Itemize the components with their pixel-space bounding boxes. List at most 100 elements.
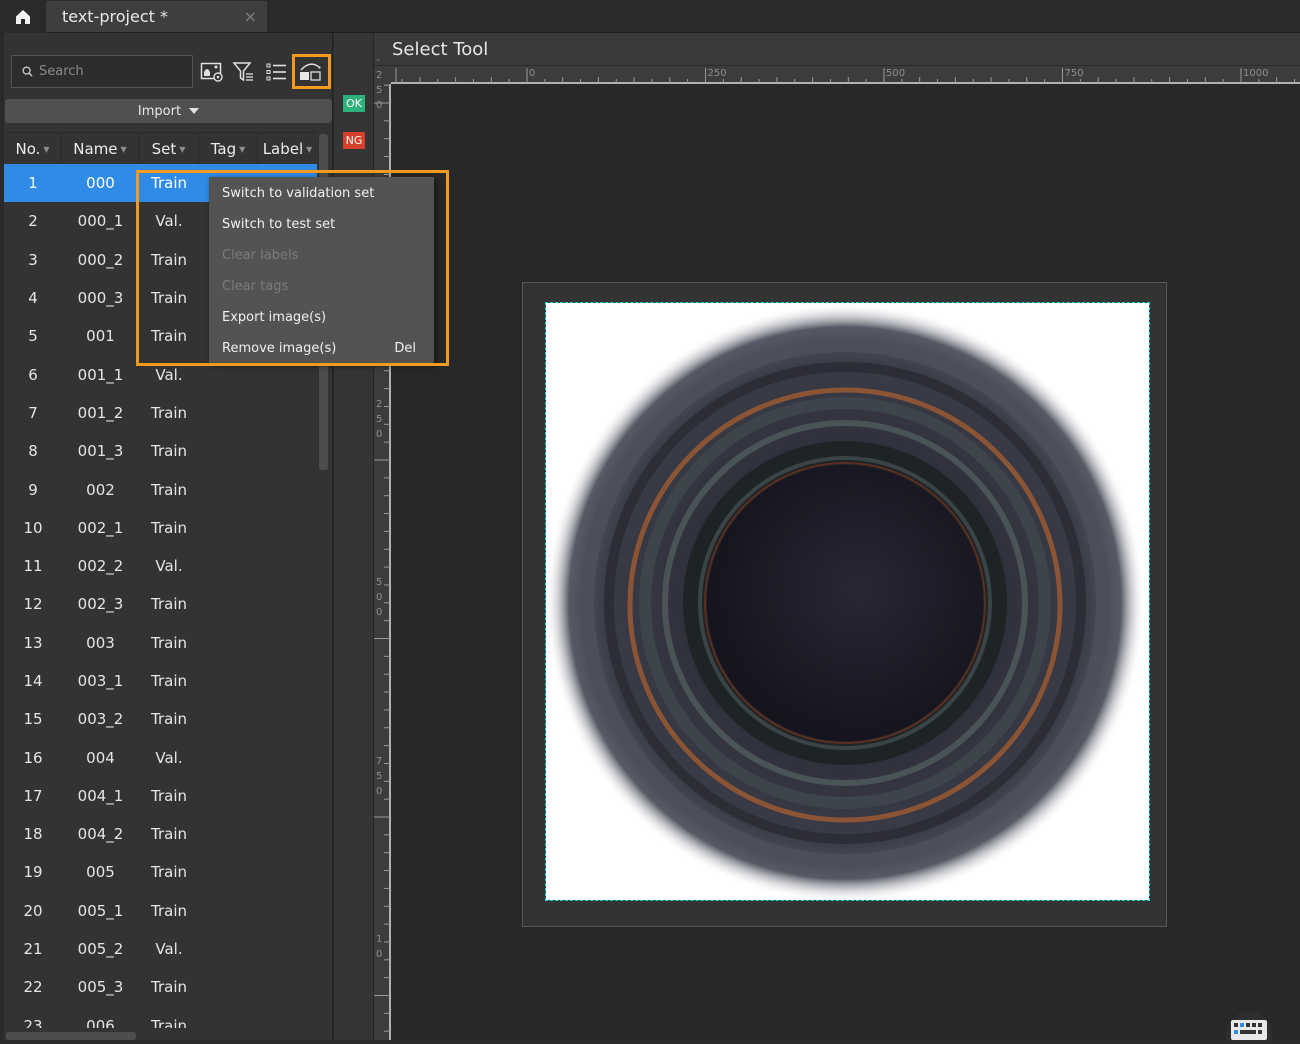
- column-header-tag[interactable]: Tag ▼: [199, 133, 258, 165]
- tab-project-label: text-project *: [62, 7, 168, 26]
- table-row[interactable]: 18 004_2 Train: [4, 815, 317, 853]
- cell-set: Val.: [155, 748, 183, 767]
- column-header-label[interactable]: Label ▼: [258, 133, 317, 165]
- table-row[interactable]: 23 006 Train: [4, 1007, 317, 1028]
- h-ruler-label: 500: [886, 68, 906, 79]
- home-button[interactable]: [0, 0, 46, 33]
- tool-title: Select Tool: [392, 38, 489, 60]
- cell-no: 6: [28, 365, 38, 384]
- table-row[interactable]: 12 002_3 Train: [4, 585, 317, 623]
- bottle-mouth-image: [546, 303, 1145, 900]
- cell-no: 19: [23, 863, 43, 882]
- table-row[interactable]: 21 005_2 Val.: [4, 930, 317, 968]
- v-ruler-label: 1 0: [376, 934, 383, 960]
- table-row[interactable]: 9 002 Train: [4, 470, 317, 508]
- cell-name: 002: [86, 480, 115, 499]
- table-row[interactable]: 17 004_1 Train: [4, 777, 317, 815]
- h-ruler-label: 750: [1064, 68, 1084, 79]
- cell-no: 21: [23, 940, 43, 959]
- cell-name: 001_2: [77, 403, 124, 422]
- table-row[interactable]: 19 005 Train: [4, 853, 317, 891]
- cell-name: 000_3: [77, 289, 124, 308]
- table-header: No. ▼ Name ▼ Set ▼ Tag ▼ Label ▼: [4, 132, 317, 165]
- table-row[interactable]: 11 002_2 Val.: [4, 547, 317, 585]
- cell-no: 17: [23, 786, 43, 805]
- sort-arrow-icon: ▼: [120, 144, 127, 154]
- cell-set: Train: [151, 978, 187, 997]
- cell-no: 4: [28, 289, 38, 308]
- table-row[interactable]: 22 005_3 Train: [4, 968, 317, 1006]
- list-view-icon: [266, 63, 286, 81]
- sort-arrow-icon: ▼: [179, 144, 186, 154]
- table-row[interactable]: 13 003 Train: [4, 624, 317, 662]
- caret-down-icon: [189, 108, 200, 114]
- ok-badge[interactable]: OK: [343, 95, 365, 112]
- horizontal-ruler-ticks: [391, 68, 1300, 84]
- context-menu-highlight: [136, 170, 449, 366]
- table-row[interactable]: 8 001_3 Train: [4, 432, 317, 470]
- cell-name: 000: [86, 174, 115, 193]
- cell-set: Val.: [155, 557, 183, 576]
- cell-no: 10: [23, 518, 43, 537]
- table-row[interactable]: 10 002_1 Train: [4, 509, 317, 547]
- v-ruler-label: 2 5 0: [376, 399, 383, 440]
- tab-project[interactable]: text-project * ×: [46, 1, 267, 32]
- v-ruler-label: - 2 5 0: [376, 55, 383, 111]
- cell-no: 11: [23, 557, 43, 576]
- cell-no: 16: [23, 748, 43, 767]
- cell-name: 005: [86, 863, 115, 882]
- h-ruler-label: 250: [707, 68, 727, 79]
- image-settings-button[interactable]: [198, 58, 226, 86]
- filter-button[interactable]: [230, 58, 258, 86]
- table-row[interactable]: 15 003_2 Train: [4, 700, 317, 738]
- h-ruler-label: 0: [529, 68, 536, 79]
- ng-badge[interactable]: NG: [343, 132, 365, 149]
- cell-name: 005_3: [77, 978, 124, 997]
- cell-set: Train: [151, 710, 187, 729]
- sample-image[interactable]: [545, 302, 1150, 901]
- cell-name: 003_1: [77, 672, 124, 690]
- close-icon[interactable]: ×: [244, 7, 257, 26]
- cell-set: Train: [151, 633, 187, 652]
- sort-arrow-icon: ▼: [43, 144, 50, 154]
- v-ruler-label: 7 5 0: [376, 756, 383, 797]
- tab-bar: text-project * ×: [0, 0, 1300, 33]
- list-view-button[interactable]: [263, 58, 291, 86]
- table-row[interactable]: 14 003_1 Train: [4, 662, 317, 700]
- column-header-set[interactable]: Set ▼: [139, 133, 199, 165]
- search-icon: [22, 66, 33, 77]
- cell-no: 20: [23, 901, 43, 920]
- cell-name: 001_3: [77, 442, 124, 461]
- column-header-no[interactable]: No. ▼: [4, 133, 62, 165]
- table-row[interactable]: 20 005_1 Train: [4, 892, 317, 930]
- import-button[interactable]: Import: [5, 99, 332, 123]
- cell-no: 23: [23, 1016, 43, 1028]
- table-row[interactable]: 16 004 Val.: [4, 738, 317, 776]
- cell-name: 002_3: [77, 595, 124, 614]
- cell-set: Train: [151, 863, 187, 882]
- filter-icon: [232, 62, 253, 82]
- horizontal-ruler: 0 250 500 750 1000: [374, 66, 1300, 84]
- cell-set: Train: [151, 442, 187, 461]
- search-input[interactable]: [39, 64, 179, 79]
- cell-name: 005_2: [77, 940, 124, 959]
- toolbar-highlight: [292, 54, 331, 89]
- cell-no: 15: [23, 710, 43, 729]
- search-field[interactable]: [11, 55, 193, 88]
- cell-name: 004_1: [77, 786, 124, 805]
- table-row[interactable]: 7 001_2 Train: [4, 394, 317, 432]
- cell-name: 006: [86, 1016, 115, 1028]
- cell-no: 22: [23, 978, 43, 997]
- cell-no: 3: [28, 250, 38, 269]
- cell-name: 002_2: [77, 557, 124, 576]
- cell-set: Train: [151, 403, 187, 422]
- sort-arrow-icon: ▼: [239, 144, 246, 154]
- cell-name: 000_2: [77, 250, 124, 269]
- cell-name: 000_1: [77, 212, 124, 231]
- cell-set: Train: [151, 786, 187, 805]
- cell-no: 8: [28, 442, 38, 461]
- column-header-name[interactable]: Name ▼: [62, 133, 139, 165]
- horizontal-scrollbar[interactable]: [6, 1032, 136, 1040]
- home-icon: [16, 9, 30, 24]
- keyboard-icon: [1231, 1020, 1267, 1040]
